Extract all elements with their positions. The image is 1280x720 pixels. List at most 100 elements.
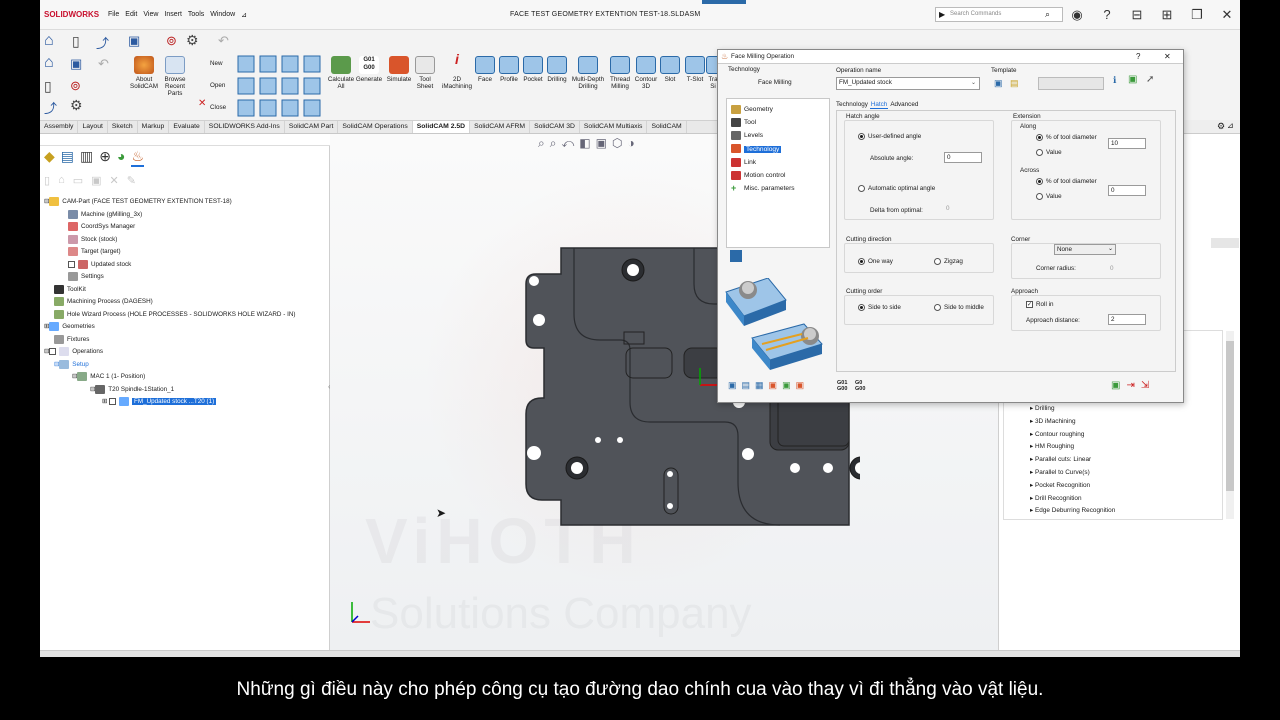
close-dialog-icon[interactable]: ⇲ [1141,380,1149,391]
calculate-all-button[interactable]: Calculate All [326,56,356,90]
list-item[interactable]: ▸ Contour roughing [1030,429,1115,442]
expand-arrow-icon[interactable]: ▸ [1030,405,1033,412]
solidcam-manager-icon[interactable]: ♨ [131,148,145,167]
calculate-icon[interactable]: ▦ [755,380,764,391]
cube-views-icon[interactable] [236,54,322,118]
generate-button[interactable]: G01 G00 Generate [354,56,384,83]
list-item[interactable]: ▸ Drilling [1030,403,1115,416]
tab-solidcam-2-5d[interactable]: SolidCAM 2.5D [412,121,471,133]
tab-solidcam-multiaxis[interactable]: SolidCAM Multiaxis [580,121,648,133]
view-orientation-icon[interactable]: ⬡ [612,136,622,151]
menu-insert[interactable]: Insert [164,11,182,19]
absolute-angle-input[interactable]: 0 [944,152,982,163]
pin-icon[interactable]: ⊿ [1227,121,1234,130]
tree-item-stock[interactable]: Stock (stock) [68,234,117,246]
expand-arrow-icon[interactable]: ▸ [1030,431,1033,438]
expand-arrow-icon[interactable]: ▸ [1030,418,1033,425]
gcode-button[interactable]: G01 G00 [837,380,847,392]
radio-on[interactable] [1036,178,1043,185]
tab-assembly[interactable]: Assembly [40,121,79,133]
tab-solidcam-part[interactable]: SolidCAM Part [285,121,339,133]
slot-button[interactable]: Slot [658,56,682,83]
dimxpert-icon[interactable]: ⊕ [99,148,111,167]
tree-item-fixtures[interactable]: Fixtures [54,334,89,346]
along-value-input[interactable]: 10 [1108,138,1146,149]
scrollbar-thumb[interactable] [1226,341,1234,491]
2d-imachining-button[interactable]: i 2D iMachining [440,52,474,90]
browse-recent-parts-button[interactable]: Browse Recent Parts [160,56,190,97]
menu-file[interactable]: File [108,11,119,19]
delta-from-optimal-value[interactable]: 0 [946,205,950,212]
radio-on[interactable] [858,133,865,140]
radio-off[interactable] [1036,193,1043,200]
tab-solidcam[interactable]: SolidCAM [647,121,687,133]
roll-in-checkbox[interactable]: ✓ Roll in [1026,301,1054,308]
dialog-close-button[interactable]: ✕ [1164,52,1171,61]
list-item[interactable]: ▸ Drill Recognition [1030,493,1115,506]
subtab-hatch[interactable]: Hatch [869,101,889,109]
wrench-icon[interactable]: ✎ [127,174,136,187]
expand-arrow-icon[interactable]: ▸ [1030,482,1033,489]
gear-icon[interactable]: ⚙ [1217,121,1225,132]
list-item[interactable]: ▸ Edge Deburring Recognition [1030,505,1115,518]
simulate-button[interactable]: Simulate [384,56,414,83]
tree-item-machine[interactable]: Machine (gMilling_3x) [68,209,142,221]
operation-name-input[interactable]: FM_Updated stock [836,77,980,90]
side-to-side-radio[interactable]: Side to side [858,304,901,311]
tree-item-hole-wizard[interactable]: Hole Wizard Process (HOLE PROCESSES - SO… [54,309,295,321]
radio-off[interactable] [934,258,941,265]
save-icon[interactable]: ▣ [91,174,101,187]
list-item[interactable]: ▸ Parallel to Curve(s) [1030,467,1115,480]
along-pct-radio[interactable]: % of tool diameter [1036,134,1097,141]
new-page-icon[interactable]: ▯ [44,174,50,187]
feature-manager-icon[interactable]: ◆ [44,148,55,167]
tree-item-operations[interactable]: ⊟ Operations [44,346,103,358]
close-icon[interactable]: ✕ [110,174,119,187]
subtab-advanced[interactable]: Advanced [890,101,918,109]
zigzag-radio[interactable]: Zigzag [934,258,963,265]
radio-off[interactable] [1036,149,1043,156]
open-file-icon[interactable]: ⤴ [44,98,57,117]
home-icon[interactable]: ⌂ [44,54,54,72]
tab-solidcam-3d[interactable]: SolidCAM 3D [530,121,580,133]
radio-off[interactable] [858,185,865,192]
radio-off[interactable] [934,304,941,311]
grid-view-icon[interactable] [730,250,742,262]
multi-depth-drilling-button[interactable]: Multi-Depth Drilling [568,56,608,90]
tree-item-machining-process[interactable]: Machining Process (DAGESH) [54,296,153,308]
tab-solidcam-afrm[interactable]: SolidCAM AFRM [470,121,531,133]
radio-on[interactable] [858,304,865,311]
about-solidcam-button[interactable]: About SolidCAM [126,56,162,90]
nav-item-link[interactable]: Link [731,156,795,169]
approach-distance-input[interactable]: 2 [1108,314,1146,325]
expand-icon[interactable]: ⊞ [102,398,107,405]
maximize-button[interactable]: ❐ [1188,6,1206,24]
contour-3d-button[interactable]: Contour 3D [632,56,660,90]
across-value-input[interactable]: 0 [1108,185,1146,196]
undo-icon[interactable]: ↶ [98,56,109,72]
folder-icon[interactable]: ▭ [73,174,83,187]
checkbox[interactable] [49,347,57,355]
chevron-down-icon[interactable]: ⌄ [971,79,976,86]
save-icon[interactable]: ▣ [70,56,82,72]
restore-panel-button[interactable]: ⊞ [1158,6,1176,24]
open-button[interactable]: Open [192,82,232,89]
save-template-icon[interactable]: ▣ [994,78,1003,89]
radio-on[interactable] [858,258,865,265]
checkbox[interactable] [68,260,75,268]
save-calculate-icon[interactable]: ▤ [742,380,751,391]
nav-item-geometry[interactable]: Geometry [731,103,795,116]
list-item[interactable]: ▸ HM Roughing [1030,441,1115,454]
tab-layout[interactable]: Layout [78,121,108,133]
home-icon[interactable]: ⌂ [44,32,54,50]
expand-arrow-icon[interactable]: ▸ [1030,507,1033,514]
search-input[interactable]: Search Commands [935,7,1063,22]
new-button[interactable]: New [192,60,232,67]
open-file-icon[interactable]: ⤴ [96,33,109,52]
open-folder-icon[interactable]: ⌂ [58,174,65,187]
along-value-radio[interactable]: Value [1036,149,1062,156]
list-item[interactable]: ▸ Pocket Recognition [1030,480,1115,493]
tree-item-mac1[interactable]: ⊟ MAC 1 (1- Position) [72,371,145,383]
menu-tools[interactable]: Tools [188,11,204,19]
menu-window[interactable]: Window [210,11,235,19]
